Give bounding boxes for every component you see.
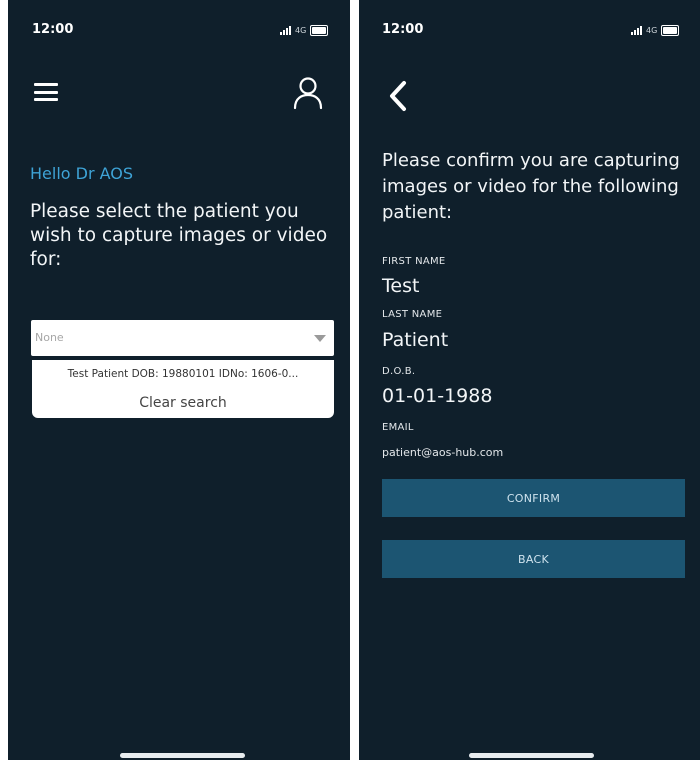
email-value: patient@aos-hub.com	[382, 446, 504, 459]
home-indicator[interactable]	[120, 753, 245, 758]
back-button[interactable]: BACK	[382, 540, 685, 578]
dropdown-selected-value: None	[35, 331, 64, 344]
last-name-label: LAST NAME	[382, 309, 443, 320]
patient-dropdown[interactable]: None	[31, 320, 334, 356]
hamburger-menu-icon[interactable]	[34, 83, 58, 101]
network-type: 4G	[646, 26, 658, 35]
status-bar: 12:00 4G	[8, 22, 350, 42]
dob-label: D.O.B.	[382, 366, 416, 377]
status-time: 12:00	[32, 22, 74, 37]
last-name-value: Patient	[382, 329, 449, 351]
greeting-text: Hello Dr AOS	[30, 164, 134, 183]
network-type: 4G	[295, 26, 307, 35]
confirm-prompt: Please confirm you are capturing images …	[382, 150, 680, 223]
chevron-down-icon[interactable]	[314, 335, 326, 342]
battery-icon	[661, 25, 680, 36]
battery-icon	[310, 25, 329, 36]
status-time: 12:00	[382, 22, 424, 37]
dropdown-option-patient[interactable]: Test Patient DOB: 19880101 IDNo: 1606-0.…	[32, 368, 334, 380]
user-icon[interactable]	[293, 76, 323, 114]
patient-select-screen: 12:00 4G Hello Dr AOS Please select the …	[8, 0, 350, 760]
confirm-button[interactable]: CONFIRM	[382, 479, 685, 517]
dropdown-options-list: Test Patient DOB: 19880101 IDNo: 1606-0.…	[32, 360, 334, 418]
status-bar: 12:00 4G	[359, 22, 700, 42]
chevron-left-icon[interactable]	[387, 80, 409, 116]
first-name-value: Test	[382, 275, 420, 297]
home-indicator[interactable]	[469, 753, 594, 758]
dob-value: 01-01-1988	[382, 385, 493, 407]
status-indicators: 4G	[280, 25, 329, 36]
signal-icon	[631, 26, 642, 35]
signal-icon	[280, 26, 291, 35]
email-label: EMAIL	[382, 422, 414, 433]
confirm-patient-screen: 12:00 4G Please confirm you are capturin…	[359, 0, 700, 760]
status-indicators: 4G	[631, 25, 680, 36]
select-prompt: Please select the patient you wish to ca…	[30, 201, 328, 270]
clear-search-button[interactable]: Clear search	[32, 395, 334, 411]
first-name-label: FIRST NAME	[382, 256, 446, 267]
